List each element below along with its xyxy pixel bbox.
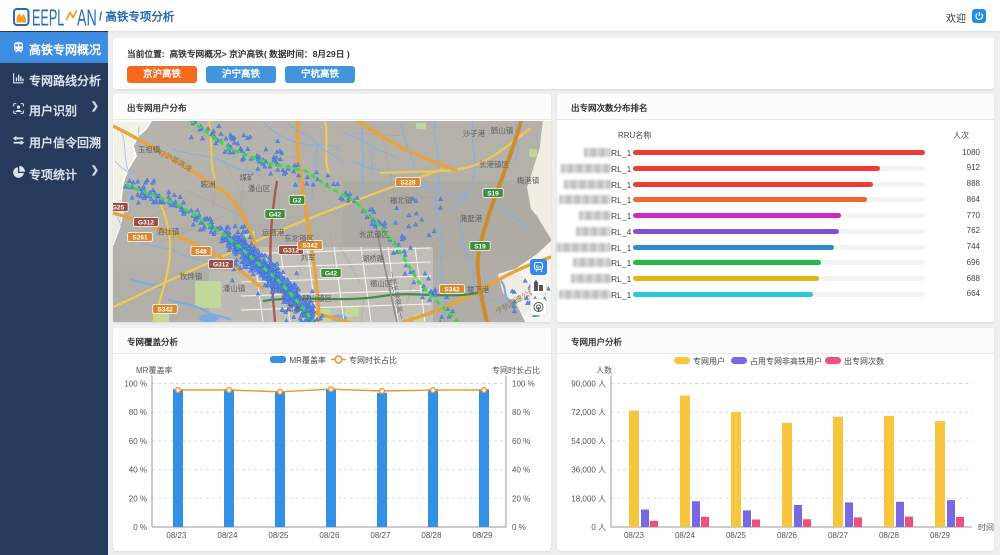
svg-text:08/23: 08/23 [624,531,645,540]
svg-text:90,000 人: 90,000 人 [571,380,606,389]
svg-text:沙子港: 沙子港 [463,128,486,138]
svg-text:80 %: 80 % [512,408,530,417]
svg-text:G312: G312 [213,262,229,269]
svg-text:S261: S261 [132,235,148,242]
svg-text:湖桥路: 湖桥路 [362,253,385,263]
svg-text:40 %: 40 % [129,466,147,475]
svg-text:专网时长占比: 专网时长占比 [492,365,540,375]
svg-text:60 %: 60 % [512,437,530,446]
svg-text:专网用户: 专网用户 [693,356,725,366]
svg-text:100 %: 100 % [124,380,147,389]
svg-text:MR覆盖率: MR覆盖率 [290,355,326,365]
svg-text:S342: S342 [302,243,318,250]
svg-text:20 %: 20 % [512,494,530,503]
svg-text:梅港镇: 梅港镇 [517,175,540,185]
svg-text:08/27: 08/27 [370,531,391,540]
svg-text:堰下港: 堰下港 [467,284,490,294]
svg-text:08/25: 08/25 [726,531,747,540]
svg-text:100 %: 100 % [512,380,535,389]
svg-text:鞍山镇区: 鞍山镇区 [302,293,332,303]
svg-text:人数: 人数 [596,365,612,375]
svg-text:S19: S19 [487,191,499,198]
svg-text:08/28: 08/28 [879,531,900,540]
svg-text:煤矿: 煤矿 [240,172,255,182]
svg-text:时间: 时间 [978,522,994,532]
svg-text:G42: G42 [269,212,282,219]
svg-text:福北镇: 福北镇 [390,195,413,205]
svg-text:72,000 人: 72,000 人 [571,408,606,417]
svg-text:08/23: 08/23 [166,531,187,540]
svg-text:08/28: 08/28 [421,531,442,540]
svg-text:0 %: 0 % [133,523,147,532]
svg-text:潘山区: 潘山区 [248,183,271,193]
svg-text:40 %: 40 % [512,466,530,475]
svg-text:S342: S342 [157,307,173,314]
svg-text:S228: S228 [400,180,416,187]
svg-text:专网时长占比: 专网时长占比 [349,355,397,365]
svg-text:占用专网非高铁用户: 占用专网非高铁用户 [750,356,822,366]
svg-text:AN: AN [77,6,97,31]
svg-text:长港镇区: 长港镇区 [479,159,509,169]
svg-text:08/29: 08/29 [472,531,493,540]
svg-text:54,000 人: 54,000 人 [571,437,606,446]
svg-text:S48: S48 [195,249,207,256]
svg-text:鞍洲: 鞍洲 [201,179,216,189]
svg-text:/ 高铁专项分析: / 高铁专项分析 [99,10,175,24]
svg-text:20 %: 20 % [129,494,147,503]
svg-text:08/24: 08/24 [675,531,696,540]
svg-text:鹤山镇: 鹤山镇 [491,125,514,135]
svg-text:G25: G25 [113,205,125,212]
svg-text:S342: S342 [444,287,460,294]
svg-text:08/26: 08/26 [319,531,340,540]
svg-text:0 人: 0 人 [591,523,606,532]
svg-text:潴墅港: 潴墅港 [460,213,483,223]
svg-text:东北镇区: 东北镇区 [284,233,314,243]
svg-text:36,000 人: 36,000 人 [571,466,606,475]
svg-text:18,000 人: 18,000 人 [571,494,606,503]
svg-text:MR覆盖率: MR覆盖率 [136,365,172,375]
svg-text:0 %: 0 % [512,523,526,532]
svg-text:G312: G312 [138,220,154,227]
svg-text:5n: 5n [536,265,542,270]
svg-text:牧烨镇: 牧烨镇 [180,271,203,281]
svg-text:08/24: 08/24 [217,531,238,540]
svg-text:南水: 南水 [287,303,302,313]
svg-text:酒壮镇: 酒壮镇 [157,226,180,236]
svg-text:刘军: 刘军 [301,252,316,262]
svg-text:G42: G42 [325,271,338,278]
svg-text:08/29: 08/29 [930,531,951,540]
svg-text:潘山镇: 潘山镇 [223,283,246,293]
svg-text:80 %: 80 % [129,408,147,417]
svg-text:08/25: 08/25 [268,531,289,540]
svg-text:运塘港: 运塘港 [262,227,285,237]
svg-text:出专网次数: 出专网次数 [844,356,884,366]
svg-text:S19: S19 [474,244,486,251]
svg-text:08/27: 08/27 [828,531,849,540]
svg-text:08/26: 08/26 [777,531,798,540]
svg-text:长武镇区: 长武镇区 [359,229,389,239]
svg-text:60 %: 60 % [129,437,147,446]
svg-text:G2: G2 [293,198,302,205]
svg-text:EEPL: EEPL [32,4,64,30]
svg-text:G312: G312 [283,248,299,255]
